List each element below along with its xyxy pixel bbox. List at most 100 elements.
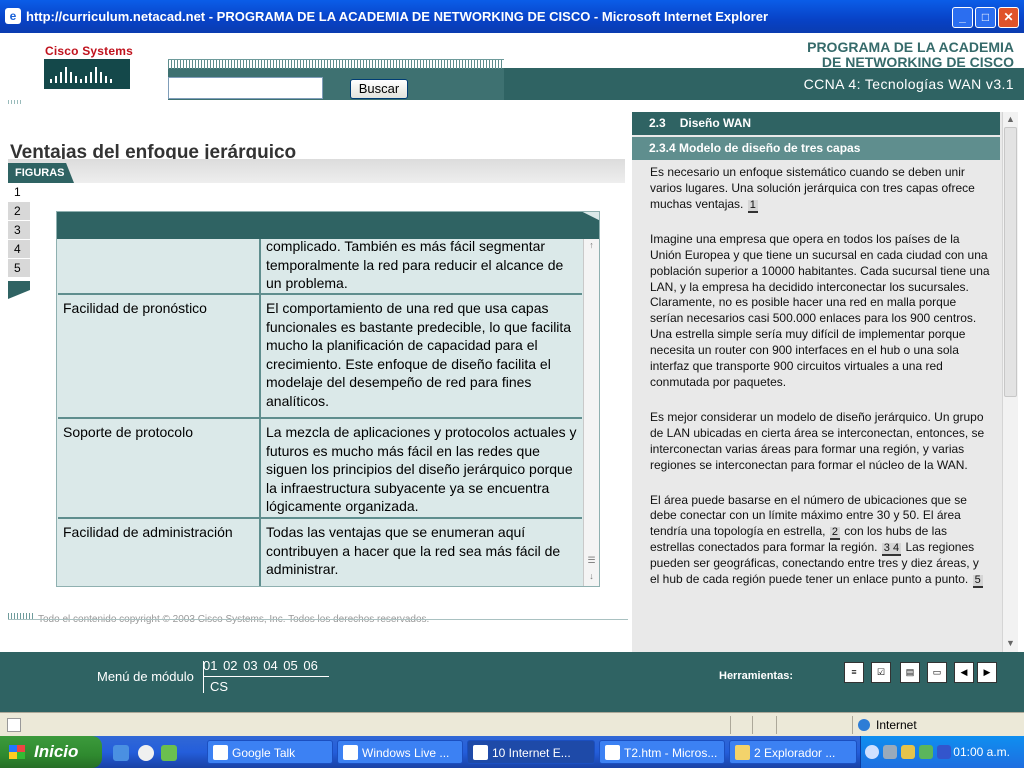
lesson-body: Es necesario un enfoque sistemático cuan… (650, 165, 990, 607)
document-icon[interactable]: ▭ (927, 662, 947, 683)
task-label: Windows Live ... (362, 746, 450, 760)
start-button[interactable]: Inicio (0, 736, 102, 768)
scroll-down-icon[interactable]: ▼ (1004, 636, 1017, 650)
task-windows-live[interactable]: Windows Live ... (337, 740, 463, 764)
lesson-paragraph: Imagine una empresa que opera en todos l… (650, 231, 990, 389)
table-row: Facilidad de administración Todas las ve… (58, 519, 582, 586)
scroll-grip-icon[interactable]: ☰ (585, 554, 598, 568)
window-title: http://curriculum.netacad.net - PROGRAMA… (26, 9, 769, 24)
windows-flag-icon (9, 745, 25, 759)
table-cell-label (58, 239, 261, 293)
internet-explorer-icon (473, 745, 488, 760)
maximize-button[interactable]: □ (975, 7, 996, 28)
scroll-up-icon[interactable]: ▲ (1004, 112, 1017, 126)
previous-page-icon[interactable]: ◀ (954, 662, 974, 683)
messenger-icon (343, 745, 358, 760)
close-button[interactable]: ✕ (998, 7, 1019, 28)
clock: 01:00 a.m. (953, 745, 1010, 759)
ie-quicklaunch-icon[interactable] (113, 745, 129, 761)
next-page-icon[interactable]: ▶ (977, 662, 997, 683)
tools-label: Herramientas: (719, 670, 793, 682)
task-label: T2.htm - Micros... (624, 746, 718, 760)
security-icon[interactable] (901, 745, 915, 759)
status-bar: Internet (0, 712, 1024, 736)
subsection-heading: 2.3.4 Modelo de diseño de tres capas (632, 137, 1000, 160)
zone-label: Internet (876, 718, 917, 732)
network-icon[interactable] (883, 745, 897, 759)
divider (752, 716, 753, 734)
table-cell-label: Facilidad de pronóstico (58, 295, 261, 417)
lesson-paragraph: El área puede basarse en el número de ub… (650, 493, 990, 589)
task-internet-explorer[interactable]: 10 Internet E... (467, 740, 595, 764)
figure-link[interactable]: 5 (972, 575, 983, 589)
glossary-icon[interactable]: ≡ (844, 662, 864, 683)
header-bottom-strip (0, 100, 1024, 112)
cisco-logo-bridge-icon (44, 59, 130, 89)
scroll-thumb[interactable] (1004, 127, 1017, 397)
chat-icon (213, 745, 228, 760)
figure-number-3[interactable]: 3 (8, 221, 30, 240)
table-row: Facilidad de pronóstico El comportamient… (58, 295, 582, 419)
lesson-text-panel: 2.3 Diseño WAN 2.3.4 Modelo de diseño de … (632, 112, 1018, 652)
scroll-down-icon[interactable]: ↓ (585, 570, 598, 584)
section-heading: 2.3 Diseño WAN (632, 112, 1000, 135)
search-input[interactable] (168, 77, 323, 99)
figure-number-1[interactable]: 1 (8, 183, 30, 202)
table-row: complicado. También es más fácil segment… (58, 239, 582, 295)
task-label: 10 Internet E... (492, 746, 571, 760)
battery-icon[interactable] (937, 745, 951, 759)
program-title: PROGRAMA DE LA ACADEMIA DE NETWORKING DE… (684, 40, 1014, 70)
figures-tab: FIGURAS (8, 163, 74, 183)
figure-link[interactable]: 3 4 (881, 543, 902, 557)
lesson-paragraph: Es necesario un enfoque sistemático cuan… (650, 165, 990, 213)
figure-link[interactable]: 1 (747, 199, 758, 213)
figure-link[interactable]: 2 (829, 527, 840, 541)
table-cell-text: Todas las ventajas que se enumeran aquí … (266, 524, 561, 578)
start-label: Inicio (34, 742, 79, 761)
folder-icon (735, 745, 750, 760)
search-button[interactable]: Buscar (350, 79, 408, 99)
media-player-icon[interactable] (138, 745, 154, 761)
cs-link[interactable]: CS (210, 679, 228, 694)
program-title-line1: PROGRAMA DE LA ACADEMIA (807, 39, 1014, 55)
figure-number-4[interactable]: 4 (8, 240, 30, 259)
table-cell-label: Soporte de protocolo (58, 419, 261, 517)
course-title: CCNA 4: Tecnologías WAN v3.1 (803, 76, 1014, 92)
messenger-icon[interactable] (161, 745, 177, 761)
figure-panel: complicado. También es más fácil segment… (56, 211, 600, 587)
table-cell-text: El comportamiento de una red que usa cap… (266, 300, 572, 409)
module-menu-label: Menú de módulo (97, 669, 194, 684)
browser-content: Cisco Systems Buscar PROGRAMA DE LA ACAD… (0, 33, 1024, 712)
notes-icon[interactable]: ▤ (900, 662, 920, 683)
divider (730, 716, 731, 734)
task-explorer[interactable]: 2 Explorador ... (729, 740, 857, 764)
divider (776, 716, 777, 734)
program-title-line2: DE NETWORKING DE CISCO (821, 54, 1014, 70)
messenger-tray-icon[interactable] (919, 745, 933, 759)
scroll-up-icon[interactable]: ↑ (585, 239, 598, 253)
task-label: 2 Explorador ... (754, 746, 836, 760)
figure-scrollbar[interactable]: ↑ ☰ ↓ (583, 239, 599, 586)
task-label: Google Talk (232, 746, 296, 760)
checklist-icon[interactable]: ☑ (871, 662, 891, 683)
table-cell-text: complicado. También es más fácil segment… (266, 239, 564, 292)
paragraph-text: Es necesario un enfoque sistemático cuan… (650, 165, 975, 211)
minimize-button[interactable]: _ (952, 7, 973, 28)
table-cell-label: Facilidad de administración (58, 519, 261, 586)
lesson-scrollbar[interactable]: ▲ ▼ (1002, 112, 1018, 652)
tray-expand-icon[interactable] (865, 745, 879, 759)
cisco-logo-text: Cisco Systems (45, 44, 133, 58)
figure-number-5[interactable]: 5 (8, 259, 30, 278)
figures-bar (8, 159, 625, 183)
page-status-icon (7, 718, 21, 732)
security-zone: Internet (858, 718, 917, 732)
module-footer: Menú de módulo 01 02 03 04 05 06 CS Herr… (0, 652, 1024, 712)
figure-number-2[interactable]: 2 (8, 202, 30, 221)
task-google-talk[interactable]: Google Talk (207, 740, 333, 764)
header-decoration (168, 59, 504, 69)
module-links[interactable]: 01 02 03 04 05 06 (203, 658, 318, 673)
word-icon (605, 745, 620, 760)
section-number: 2.3 (649, 116, 666, 130)
taskbar: Inicio Google Talk Windows Live ... 10 I… (0, 736, 1024, 768)
task-word[interactable]: T2.htm - Micros... (599, 740, 725, 764)
